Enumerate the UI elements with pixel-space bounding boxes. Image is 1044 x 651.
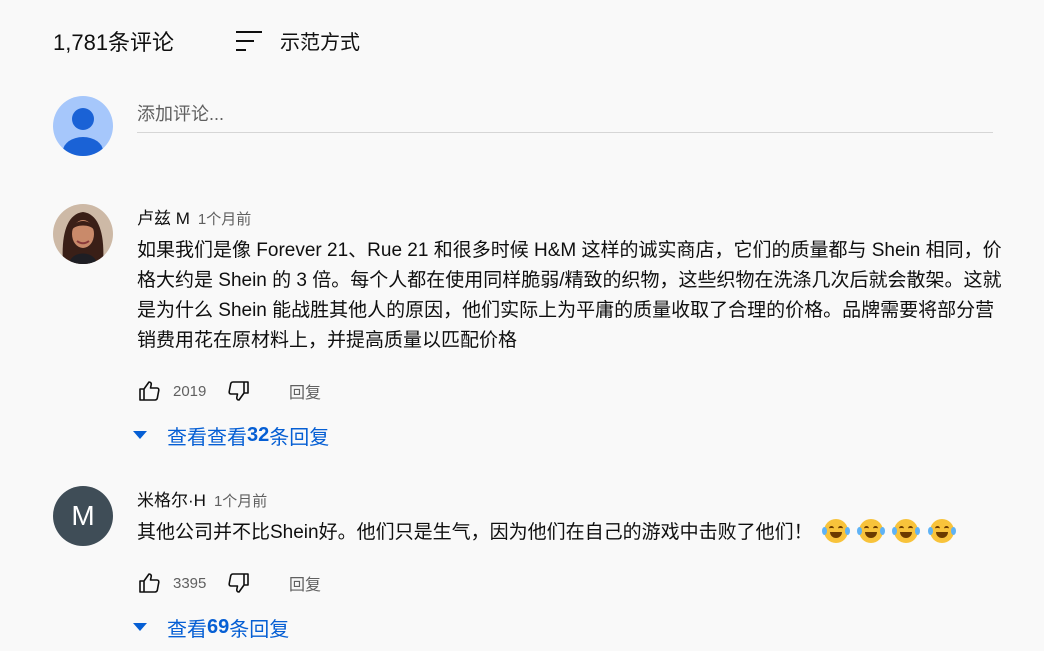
view-replies-button[interactable]: 查看 69 条回复 xyxy=(133,609,1009,645)
comment-author[interactable]: 卢兹 M xyxy=(137,204,190,229)
replies-prefix: 查看查看 xyxy=(167,426,247,449)
like-icon[interactable] xyxy=(137,379,161,403)
laughing-tears-emoji-icon xyxy=(927,519,956,543)
replies-prefix: 查看 xyxy=(167,618,207,641)
add-comment-input[interactable]: 添加评论... xyxy=(137,96,993,133)
replies-count: 69 xyxy=(207,615,230,638)
replies-count: 32 xyxy=(247,423,270,446)
comment-time[interactable]: 1个月前 xyxy=(214,490,267,511)
laughing-tears-emoji-icon xyxy=(892,519,921,543)
add-comment-row: 添加评论... xyxy=(53,96,993,156)
replies-suffix: 条回复 xyxy=(269,426,330,449)
comment-text: 其他公司并不比Shein好。他们只是生气，因为他们在自己的游戏中击败了他们！ xyxy=(137,522,813,543)
avatar[interactable] xyxy=(53,204,113,264)
avatar[interactable]: M xyxy=(53,486,113,546)
comment-body: 米格尔·H 1个月前 其他公司并不比Shein好。他们只是生气，因为他们在自己的… xyxy=(133,486,1013,645)
view-replies-button[interactable]: 查看查看 32 条回复 xyxy=(133,417,1009,453)
user-avatar-icon xyxy=(53,96,113,156)
replies-suffix: 条回复 xyxy=(229,618,290,641)
comment-time[interactable]: 1个月前 xyxy=(198,208,251,229)
like-count: 3395 xyxy=(173,574,207,592)
reply-button[interactable]: 回复 xyxy=(289,571,321,595)
comments-header: 1,781条评论 xyxy=(53,24,174,58)
comment-actions: 3395 回复 xyxy=(137,565,1013,601)
comment-text: 如果我们是像 Forever 21、Rue 21 和很多时候 H&M 这样的诚实… xyxy=(137,240,1002,351)
dislike-icon[interactable] xyxy=(227,379,251,403)
laughing-tears-emoji-icon xyxy=(821,519,850,543)
like-count: 2019 xyxy=(173,382,207,400)
comment-body: 卢兹 M 1个月前 如果我们是像 Forever 21、Rue 21 和很多时候… xyxy=(133,204,1013,453)
avatar-letter: M xyxy=(71,500,95,531)
laughing-tears-emoji-icon xyxy=(857,519,886,543)
sort-label: 示范方式 xyxy=(280,32,360,54)
sort-button[interactable]: 示范方式 xyxy=(236,26,360,55)
comment-actions: 2019 回复 xyxy=(137,373,1013,409)
sort-icon xyxy=(236,30,264,52)
caret-down-icon xyxy=(133,623,147,631)
comment-author[interactable]: 米格尔·H xyxy=(137,486,206,511)
comment-count: 1,781条评论 xyxy=(53,30,175,55)
add-comment-placeholder: 添加评论... xyxy=(137,104,225,124)
caret-down-icon xyxy=(133,431,147,439)
like-icon[interactable] xyxy=(137,571,161,595)
reply-button[interactable]: 回复 xyxy=(289,379,321,403)
dislike-icon[interactable] xyxy=(227,571,251,595)
comment-text-row: 其他公司并不比Shein好。他们只是生气，因为他们在自己的游戏中击败了他们！ xyxy=(137,518,1007,548)
